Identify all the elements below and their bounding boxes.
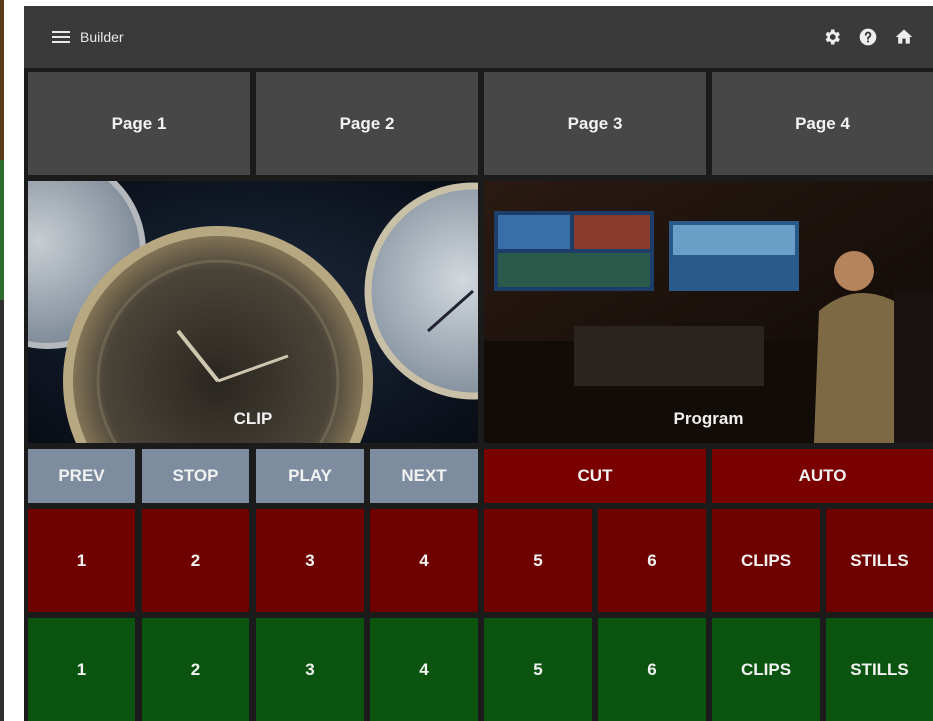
clip-thumbnail bbox=[28, 181, 478, 443]
tab-page-1[interactable]: Page 1 bbox=[28, 72, 250, 175]
program-source-1[interactable]: 1 bbox=[28, 618, 135, 721]
preview-source-stills[interactable]: STILLS bbox=[826, 509, 933, 612]
gear-icon[interactable] bbox=[821, 26, 843, 48]
program-source-2[interactable]: 2 bbox=[142, 618, 249, 721]
preview-source-clips[interactable]: CLIPS bbox=[712, 509, 820, 612]
program-thumbnail bbox=[484, 181, 933, 443]
menu-button[interactable]: Builder bbox=[52, 29, 124, 45]
clip-viewer[interactable]: CLIP bbox=[28, 181, 478, 443]
preview-source-5[interactable]: 5 bbox=[484, 509, 592, 612]
edge-strip-dark bbox=[0, 300, 4, 721]
play-button[interactable]: PLAY bbox=[256, 449, 364, 503]
program-source-4[interactable]: 4 bbox=[370, 618, 478, 721]
program-source-6[interactable]: 6 bbox=[598, 618, 706, 721]
tab-page-4[interactable]: Page 4 bbox=[712, 72, 933, 175]
cut-button[interactable]: CUT bbox=[484, 449, 706, 503]
prev-button[interactable]: PREV bbox=[28, 449, 135, 503]
help-icon[interactable] bbox=[857, 26, 879, 48]
program-source-clips[interactable]: CLIPS bbox=[712, 618, 820, 721]
home-icon[interactable] bbox=[893, 26, 915, 48]
program-source-stills[interactable]: STILLS bbox=[826, 618, 933, 721]
top-bar: Builder bbox=[24, 6, 933, 68]
program-source-5[interactable]: 5 bbox=[484, 618, 592, 721]
app-title: Builder bbox=[80, 29, 124, 45]
switcher-panel: Builder Page 1 Page 2 Page 3 Page 4 CLIP… bbox=[24, 6, 933, 721]
preview-source-6[interactable]: 6 bbox=[598, 509, 706, 612]
tab-page-3[interactable]: Page 3 bbox=[484, 72, 706, 175]
program-viewer[interactable]: Program bbox=[484, 181, 933, 443]
program-source-3[interactable]: 3 bbox=[256, 618, 364, 721]
next-button[interactable]: NEXT bbox=[370, 449, 478, 503]
auto-button[interactable]: AUTO bbox=[712, 449, 933, 503]
stop-button[interactable]: STOP bbox=[142, 449, 249, 503]
preview-source-1[interactable]: 1 bbox=[28, 509, 135, 612]
edge-strip-green bbox=[0, 160, 4, 300]
preview-source-4[interactable]: 4 bbox=[370, 509, 478, 612]
edge-strip-brown bbox=[0, 0, 4, 160]
preview-source-3[interactable]: 3 bbox=[256, 509, 364, 612]
hamburger-icon[interactable] bbox=[52, 31, 70, 43]
preview-source-2[interactable]: 2 bbox=[142, 509, 249, 612]
left-edge bbox=[0, 0, 24, 721]
tab-page-2[interactable]: Page 2 bbox=[256, 72, 478, 175]
button-grid: Page 1 Page 2 Page 3 Page 4 CLIP Program… bbox=[24, 68, 933, 721]
clip-label: CLIP bbox=[233, 409, 273, 428]
program-label: Program bbox=[673, 409, 744, 428]
